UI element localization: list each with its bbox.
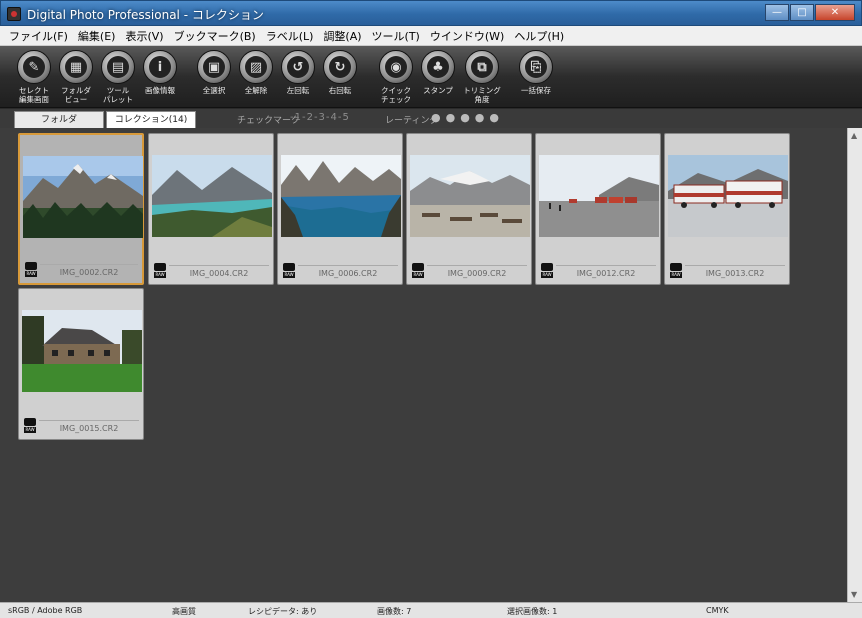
tool-label: スタンプ bbox=[423, 86, 453, 95]
minimize-button[interactable]: — bbox=[765, 4, 789, 21]
menu-bookmark[interactable]: ブックマーク(B) bbox=[169, 28, 261, 44]
tool-label: ツール パレット bbox=[103, 86, 133, 104]
toolbar: ✎ セレクト 編集画面 ▦ フォルダ ビュー ▤ ツール パレット i 画像情報… bbox=[0, 46, 862, 108]
camera-icon: RAW bbox=[154, 263, 166, 279]
status-cmyk: CMYK bbox=[706, 606, 729, 615]
quick-check-button[interactable]: ◉ クイック チェック bbox=[372, 50, 420, 104]
thumbnail-filename: IMG_0002.CR2 bbox=[40, 264, 138, 277]
photo-thumbnail bbox=[410, 155, 530, 237]
menu-file[interactable]: ファイル(F) bbox=[4, 28, 73, 44]
menu-label[interactable]: ラベル(L) bbox=[261, 28, 319, 44]
batch-save-icon: ⎘ bbox=[525, 56, 547, 78]
camera-icon: RAW bbox=[25, 262, 37, 278]
thumbnail-item[interactable]: RAW IMG_0006.CR2 bbox=[277, 133, 403, 285]
tool-label: トリミング 角度 bbox=[463, 86, 501, 104]
menu-view[interactable]: 表示(V) bbox=[120, 28, 168, 44]
window-title: Digital Photo Professional - コレクション bbox=[27, 8, 264, 22]
menu-edit[interactable]: 編集(E) bbox=[73, 28, 121, 44]
camera-icon: RAW bbox=[670, 263, 682, 279]
camera-icon: RAW bbox=[24, 418, 36, 434]
thumbnail-grid: RAW IMG_0002.CR2 RAW IMG_0004.CR2 RAW IM… bbox=[0, 128, 847, 602]
tool-label: 右回転 bbox=[328, 86, 352, 95]
photo-thumbnail bbox=[668, 155, 788, 237]
rating-filter[interactable]: ●●●●● bbox=[431, 111, 504, 124]
rotate-right-button[interactable]: ↻ 右回転 bbox=[316, 50, 364, 95]
folder-view-icon: ▦ bbox=[65, 56, 87, 78]
app-icon bbox=[7, 7, 21, 21]
tool-palette-button[interactable]: ▤ ツール パレット bbox=[94, 50, 142, 104]
image-info-button[interactable]: i 画像情報 bbox=[136, 50, 184, 95]
select-all-button[interactable]: ▣ 全選択 bbox=[190, 50, 238, 95]
thumbnail-item[interactable]: RAW IMG_0004.CR2 bbox=[148, 133, 274, 285]
vertical-scrollbar[interactable]: ▲ ▼ bbox=[847, 128, 862, 602]
status-image-count: 画像数: 7 bbox=[377, 607, 412, 616]
tool-label: 全選択 bbox=[202, 86, 226, 95]
thumbnail-filename: IMG_0006.CR2 bbox=[298, 265, 398, 278]
tab-folder[interactable]: フォルダ bbox=[14, 111, 104, 128]
thumbnail-filename: IMG_0013.CR2 bbox=[685, 265, 785, 278]
status-quality: 高画質 bbox=[172, 607, 196, 616]
tool-label: フォルダ ビュー bbox=[61, 86, 91, 104]
trimming-button[interactable]: ⧉ トリミング 角度 bbox=[458, 50, 506, 104]
checkmark-filter[interactable]: -1-2-3-4-5 bbox=[290, 112, 350, 123]
select-all-icon: ▣ bbox=[203, 56, 225, 78]
menu-help[interactable]: ヘルプ(H) bbox=[509, 28, 569, 44]
tool-palette-icon: ▤ bbox=[107, 56, 129, 78]
tool-label: セレクト 編集画面 bbox=[19, 86, 49, 104]
camera-icon: RAW bbox=[541, 263, 553, 279]
photo-thumbnail bbox=[152, 155, 272, 237]
select-edit-button[interactable]: ✎ セレクト 編集画面 bbox=[10, 50, 58, 104]
photo-thumbnail bbox=[22, 310, 142, 392]
rotate-left-icon: ↺ bbox=[287, 56, 309, 78]
title-bar: Digital Photo Professional - コレクション — □ … bbox=[0, 0, 862, 26]
thumbnail-filename: IMG_0004.CR2 bbox=[169, 265, 269, 278]
status-selected-count: 選択画像数: 1 bbox=[507, 607, 558, 616]
thumbnail-filename: IMG_0009.CR2 bbox=[427, 265, 527, 278]
status-bar: sRGB / Adobe RGB 高画質 レシピデータ: あり 画像数: 7 選… bbox=[0, 602, 862, 618]
tool-label: 画像情報 bbox=[145, 86, 175, 95]
photo-thumbnail bbox=[281, 155, 401, 237]
maximize-button[interactable]: □ bbox=[790, 4, 814, 21]
scroll-up-icon[interactable]: ▲ bbox=[851, 131, 857, 140]
folder-view-button[interactable]: ▦ フォルダ ビュー bbox=[52, 50, 100, 104]
quick-check-icon: ◉ bbox=[385, 56, 407, 78]
thumbnail-filename: IMG_0015.CR2 bbox=[39, 420, 139, 433]
deselect-all-button[interactable]: ▨ 全解除 bbox=[232, 50, 280, 95]
scroll-down-icon[interactable]: ▼ bbox=[851, 590, 857, 599]
menu-tools[interactable]: ツール(T) bbox=[367, 28, 425, 44]
stamp-icon: ♣ bbox=[427, 56, 449, 78]
photo-thumbnail bbox=[539, 155, 659, 237]
tool-label: 左回転 bbox=[286, 86, 310, 95]
thumbnail-item[interactable]: RAW IMG_0009.CR2 bbox=[406, 133, 532, 285]
menu-window[interactable]: ウインドウ(W) bbox=[425, 28, 509, 44]
thumbnail-item[interactable]: RAW IMG_0013.CR2 bbox=[664, 133, 790, 285]
thumbnail-item[interactable]: RAW IMG_0012.CR2 bbox=[535, 133, 661, 285]
photo-thumbnail bbox=[23, 156, 143, 238]
rotate-left-button[interactable]: ↺ 左回転 bbox=[274, 50, 322, 95]
close-button[interactable]: ✕ bbox=[815, 4, 855, 21]
deselect-all-icon: ▨ bbox=[245, 56, 267, 78]
tool-label: 全解除 bbox=[244, 86, 268, 95]
stamp-button[interactable]: ♣ スタンプ bbox=[414, 50, 462, 95]
batch-save-button[interactable]: ⎘ 一括保存 bbox=[512, 50, 560, 95]
tool-label: クイック チェック bbox=[381, 86, 411, 104]
camera-icon: RAW bbox=[412, 263, 424, 279]
menu-bar: ファイル(F) 編集(E) 表示(V) ブックマーク(B) ラベル(L) 調整(… bbox=[0, 26, 862, 46]
rotate-right-icon: ↻ bbox=[329, 56, 351, 78]
status-colorspace: sRGB / Adobe RGB bbox=[8, 606, 83, 615]
tab-collection[interactable]: コレクション(14) bbox=[106, 111, 196, 128]
tool-label: 一括保存 bbox=[521, 86, 551, 95]
menu-adjust[interactable]: 調整(A) bbox=[318, 28, 366, 44]
trimming-icon: ⧉ bbox=[471, 56, 493, 78]
info-icon: i bbox=[149, 56, 171, 78]
thumbnail-item[interactable]: RAW IMG_0002.CR2 bbox=[18, 133, 144, 285]
status-recipe: レシピデータ: あり bbox=[248, 607, 318, 616]
tabs-bar: フォルダ コレクション(14) チェックマーク -1-2-3-4-5 レーティン… bbox=[0, 109, 862, 128]
camera-icon: RAW bbox=[283, 263, 295, 279]
thumbnail-filename: IMG_0012.CR2 bbox=[556, 265, 656, 278]
thumbnail-item[interactable]: RAW IMG_0015.CR2 bbox=[18, 288, 144, 440]
select-edit-icon: ✎ bbox=[23, 56, 45, 78]
